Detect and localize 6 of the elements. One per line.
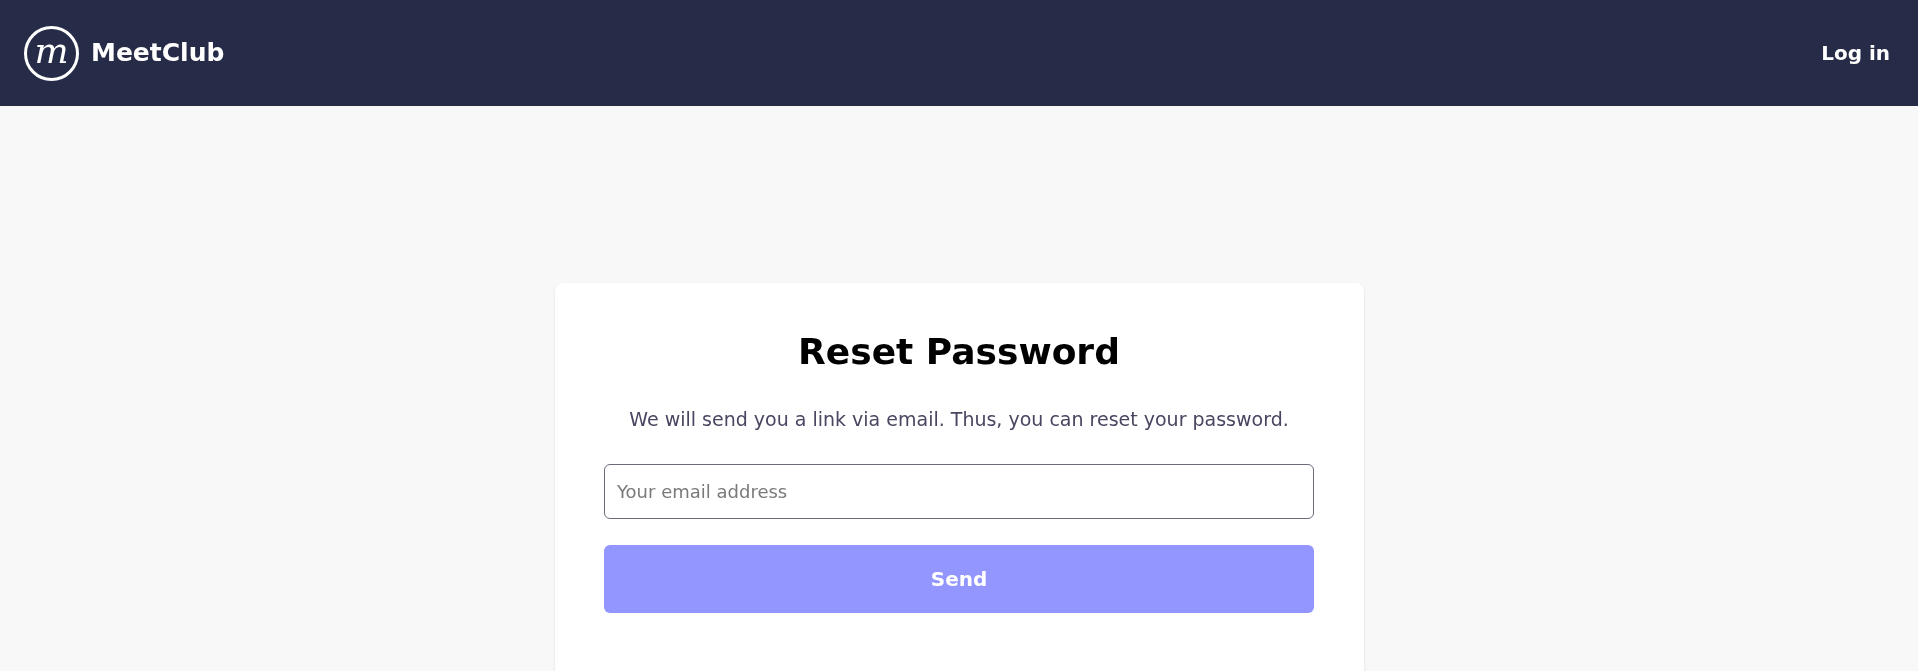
card-description: We will send you a link via email. Thus, you can reset your password.: [629, 407, 1289, 432]
logo-mark[interactable]: m: [24, 25, 79, 81]
email-field[interactable]: Your email address: [604, 463, 1314, 519]
login-link[interactable]: Log in: [1821, 38, 1890, 68]
brand-name[interactable]: MeetClub: [91, 34, 225, 72]
card-title: Reset Password: [798, 330, 1120, 374]
